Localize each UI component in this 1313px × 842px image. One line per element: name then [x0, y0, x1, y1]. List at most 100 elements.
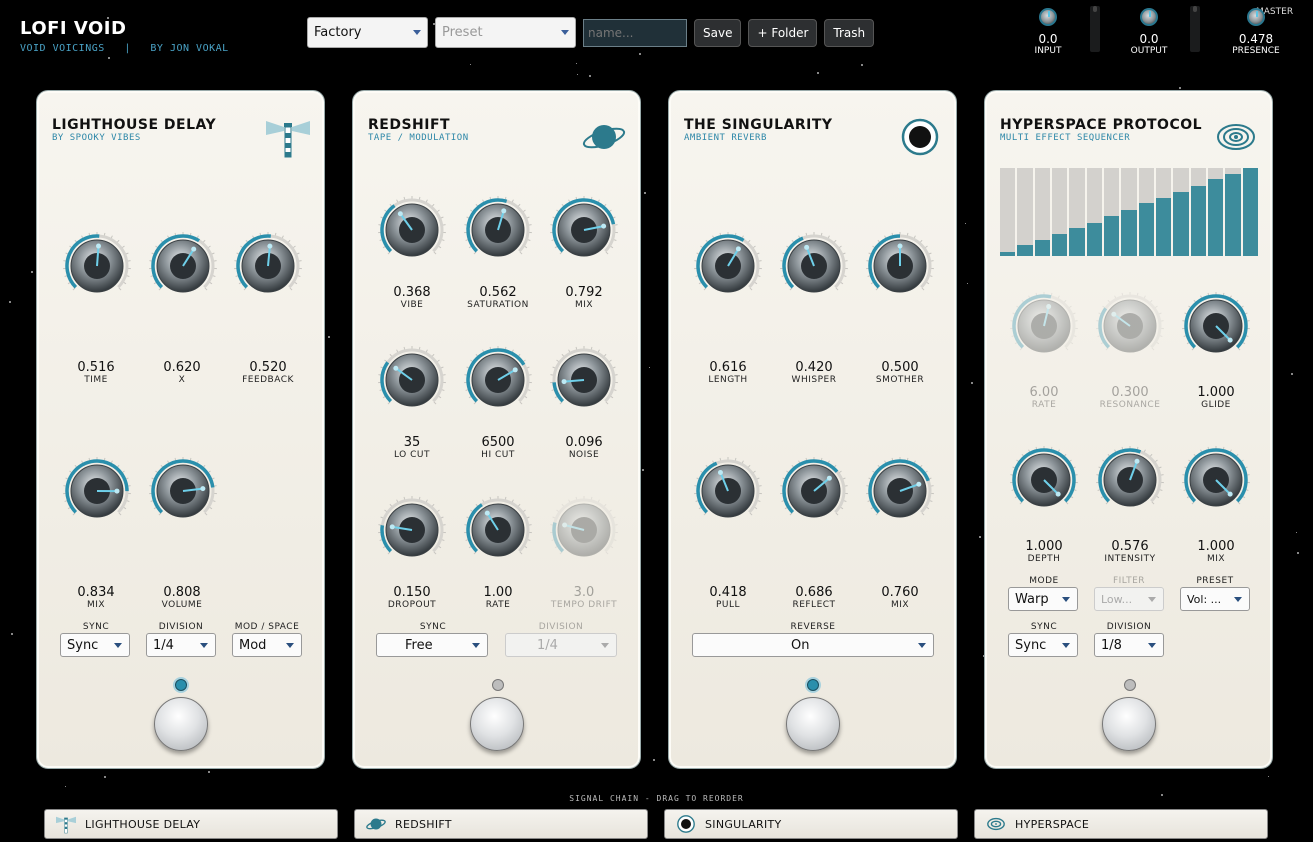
planet-icon — [582, 125, 626, 149]
sequencer-step[interactable] — [1225, 168, 1241, 256]
tempo-drift-label: TEMPO DRIFT — [550, 600, 618, 610]
dropout-knob[interactable] — [377, 495, 447, 565]
sequencer-step-level — [1103, 216, 1120, 256]
x-value: 0.620 — [163, 360, 201, 375]
sequencer-step[interactable] — [1138, 168, 1154, 256]
smother-knob[interactable] — [865, 231, 935, 301]
step-sequencer[interactable] — [1000, 168, 1258, 256]
mix-knob[interactable] — [865, 456, 935, 526]
vibe-knob[interactable] — [377, 195, 447, 265]
sequencer-step-level — [1242, 168, 1258, 256]
reflect-knob[interactable] — [779, 456, 849, 526]
mode-label: MODE — [1029, 576, 1059, 586]
presence-knob[interactable] — [1247, 8, 1265, 26]
lo-cut-value: 35 — [403, 435, 421, 450]
trash-button[interactable]: Trash — [824, 18, 875, 47]
whisper-knob[interactable] — [779, 231, 849, 301]
input-knob[interactable] — [1039, 8, 1057, 26]
division-select[interactable]: 1/4 — [146, 633, 216, 657]
sequencer-step[interactable] — [1000, 168, 1016, 256]
glide-knob[interactable] — [1181, 291, 1251, 361]
status-led — [807, 679, 819, 691]
sequencer-preset-select[interactable]: Vol: ... — [1180, 587, 1250, 611]
bank-select[interactable]: Factory — [307, 17, 428, 48]
sequencer-step[interactable] — [1103, 168, 1120, 256]
input-value: 0.0 — [1038, 32, 1058, 46]
sequencer-step[interactable] — [1069, 168, 1085, 256]
time-knob[interactable] — [62, 231, 132, 301]
app-title: LOFI VOID — [20, 18, 127, 39]
time-value: 0.516 — [77, 360, 115, 375]
saturation-label: SATURATION — [467, 300, 529, 310]
glide-label: GLIDE — [1201, 400, 1231, 410]
saturation-knob[interactable] — [463, 195, 533, 265]
sequencer-step[interactable] — [1190, 168, 1206, 256]
sync-select[interactable]: Sync — [60, 633, 130, 657]
chevron-down-icon — [1062, 643, 1070, 648]
save-button[interactable]: Save — [694, 18, 742, 47]
preset-select[interactable]: Preset — [435, 17, 576, 48]
sequencer-step[interactable] — [1207, 168, 1224, 256]
chain-item-lighthouse-delay[interactable]: LIGHTHOUSE DELAY — [44, 809, 338, 839]
black-hole-icon — [677, 815, 695, 833]
reverse-select[interactable]: On — [692, 633, 934, 657]
x-knob[interactable] — [148, 231, 218, 301]
output-level-slider[interactable] — [1190, 6, 1200, 52]
length-knob[interactable] — [693, 231, 763, 301]
black-hole-icon — [901, 118, 939, 156]
preset-name-input[interactable] — [583, 18, 687, 47]
chevron-down-icon — [1148, 597, 1156, 602]
chain-item-singularity[interactable]: SINGULARITY — [664, 809, 958, 839]
chain-item-redshift[interactable]: REDSHIFT — [354, 809, 648, 839]
vibe-value: 0.368 — [393, 285, 431, 300]
division-select-value: 1/4 — [537, 637, 558, 653]
sequencer-step[interactable] — [1173, 168, 1189, 256]
sync-select[interactable]: Sync — [1008, 633, 1078, 657]
saturation-value: 0.562 — [479, 285, 517, 300]
mod-space-select[interactable]: Mod — [232, 633, 302, 657]
sequencer-step-level — [1086, 222, 1102, 256]
sequencer-step[interactable] — [1121, 168, 1137, 256]
bypass-footswitch[interactable] — [470, 697, 524, 751]
lighthouse-icon — [56, 816, 76, 834]
input-level-slider[interactable] — [1090, 6, 1100, 52]
feedback-knob[interactable] — [233, 231, 303, 301]
pedal-title: THE SINGULARITY — [684, 117, 833, 133]
sequencer-step[interactable] — [1017, 168, 1033, 256]
output-label: OUTPUT — [1130, 46, 1168, 56]
hi-cut-knob[interactable] — [463, 345, 533, 415]
division-select[interactable]: 1/8 — [1094, 633, 1164, 657]
sequencer-step[interactable] — [1155, 168, 1172, 256]
chevron-down-icon — [1148, 643, 1156, 648]
sequencer-step[interactable] — [1051, 168, 1068, 256]
reverse-label: REVERSE — [790, 622, 836, 632]
sequencer-step-level — [1155, 197, 1172, 256]
volume-knob[interactable] — [148, 456, 218, 526]
depth-knob[interactable] — [1009, 445, 1079, 515]
bypass-footswitch[interactable] — [154, 697, 208, 751]
sequencer-step[interactable] — [1242, 168, 1258, 256]
intensity-knob[interactable] — [1095, 445, 1165, 515]
chain-item-hyperspace[interactable]: HYPERSPACE — [974, 809, 1268, 839]
division-label: DIVISION — [158, 622, 204, 632]
add-folder-button[interactable]: + Folder — [748, 18, 818, 47]
sequencer-step[interactable] — [1086, 168, 1102, 256]
sequencer-step[interactable] — [1034, 168, 1050, 256]
lo-cut-knob[interactable] — [377, 345, 447, 415]
division-label: DIVISION — [538, 622, 584, 632]
output-knob[interactable] — [1140, 8, 1158, 26]
planet-icon — [366, 818, 386, 830]
pull-knob[interactable] — [693, 456, 763, 526]
mix-knob[interactable] — [1181, 445, 1251, 515]
mode-select-value: Warp — [1015, 591, 1049, 607]
rate-knob[interactable] — [463, 495, 533, 565]
smother-value: 0.500 — [881, 360, 919, 375]
bypass-footswitch[interactable] — [786, 697, 840, 751]
noise-knob[interactable] — [549, 345, 619, 415]
mix-knob[interactable] — [62, 456, 132, 526]
mode-select[interactable]: Warp — [1008, 587, 1078, 611]
sync-select[interactable]: Free — [376, 633, 488, 657]
mix-knob[interactable] — [549, 195, 619, 265]
bypass-footswitch[interactable] — [1102, 697, 1156, 751]
reflect-value: 0.686 — [795, 585, 833, 600]
